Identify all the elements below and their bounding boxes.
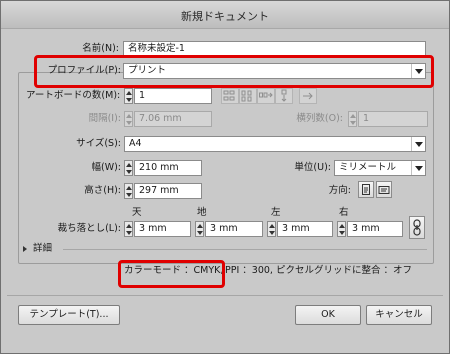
size-label: サイズ(S):	[76, 138, 121, 149]
arrow-right-icon[interactable]	[299, 88, 317, 104]
bleed-bottom-input[interactable]: 3 mm	[205, 221, 263, 237]
cancel-button[interactable]: キャンセル	[366, 305, 432, 325]
bleed-right-stepper[interactable]	[337, 221, 346, 237]
advanced-separator	[63, 249, 427, 250]
bleed-bottom-stepper[interactable]	[195, 221, 204, 237]
title-bar[interactable]: 新規ドキュメント	[1, 1, 449, 29]
document-info: PPI ：300, ピクセルグリッドに整合 ：オフ	[225, 265, 412, 276]
portrait-orientation-button[interactable]	[358, 181, 374, 198]
bleed-top-stepper[interactable]	[124, 221, 133, 237]
landscape-orientation-button[interactable]	[376, 181, 392, 198]
bleed-right-label: 右	[339, 207, 349, 218]
artboards-label: アートボードの数(M):	[26, 90, 121, 101]
units-select-value: ミリメートル	[339, 162, 397, 173]
height-label: 高さ(H):	[84, 185, 121, 196]
bleed-right-input[interactable]: 3 mm	[347, 221, 403, 237]
orientation-label: 方向:	[328, 185, 351, 196]
bleed-left-stepper[interactable]	[267, 221, 276, 237]
units-label: 単位(U):	[294, 162, 331, 173]
chevron-down-icon	[411, 137, 425, 151]
spacing-stepper[interactable]	[124, 111, 133, 127]
dialog-title: 新規ドキュメント	[181, 10, 269, 23]
templates-button[interactable]: テンプレート(T)...	[18, 305, 120, 325]
units-select[interactable]: ミリメートル	[334, 160, 426, 176]
spacing-label: 間隔(I):	[88, 113, 121, 124]
name-label: 名前(N):	[82, 43, 119, 54]
columns-label: 横列数(O):	[296, 113, 343, 124]
artboards-input[interactable]: 1	[134, 88, 212, 104]
disclosure-triangle-icon[interactable]	[23, 246, 27, 252]
highlight-profile	[34, 55, 434, 88]
chevron-down-icon	[411, 161, 425, 175]
height-stepper[interactable]	[124, 183, 133, 199]
new-document-dialog: 新規ドキュメント 名前(N): 名称未設定-1 プロファイル(P): プリント …	[0, 0, 450, 354]
bleed-left-label: 左	[271, 207, 281, 218]
bleed-left-input[interactable]: 3 mm	[277, 221, 333, 237]
columns-input[interactable]: 1	[358, 111, 428, 127]
bleed-label: 裁ち落とし(L):	[57, 223, 121, 234]
width-input[interactable]: 210 mm	[134, 160, 202, 176]
artboards-stepper[interactable]	[124, 88, 133, 104]
width-stepper[interactable]	[124, 160, 133, 176]
width-label: 幅(W):	[91, 162, 121, 173]
size-select-value: A4	[129, 138, 142, 149]
spacing-input[interactable]: 7.06 mm	[134, 111, 212, 127]
highlight-color-mode	[118, 260, 225, 288]
arrange-by-column-icon[interactable]	[275, 88, 293, 104]
arrange-by-row-icon[interactable]	[257, 88, 275, 104]
grid-by-column-icon[interactable]	[239, 88, 257, 104]
link-bleed-button[interactable]	[409, 216, 425, 239]
advanced-label[interactable]: 詳細	[33, 242, 52, 256]
bleed-top-input[interactable]: 3 mm	[134, 221, 191, 237]
ok-button[interactable]: OK	[295, 305, 361, 325]
bleed-top-label: 天	[132, 207, 142, 218]
height-input[interactable]: 297 mm	[134, 183, 202, 199]
size-select[interactable]: A4	[124, 136, 426, 152]
grid-by-row-icon[interactable]	[221, 88, 239, 104]
footer-separator	[7, 295, 443, 296]
columns-stepper[interactable]	[348, 111, 357, 127]
bleed-bottom-label: 地	[197, 207, 207, 218]
